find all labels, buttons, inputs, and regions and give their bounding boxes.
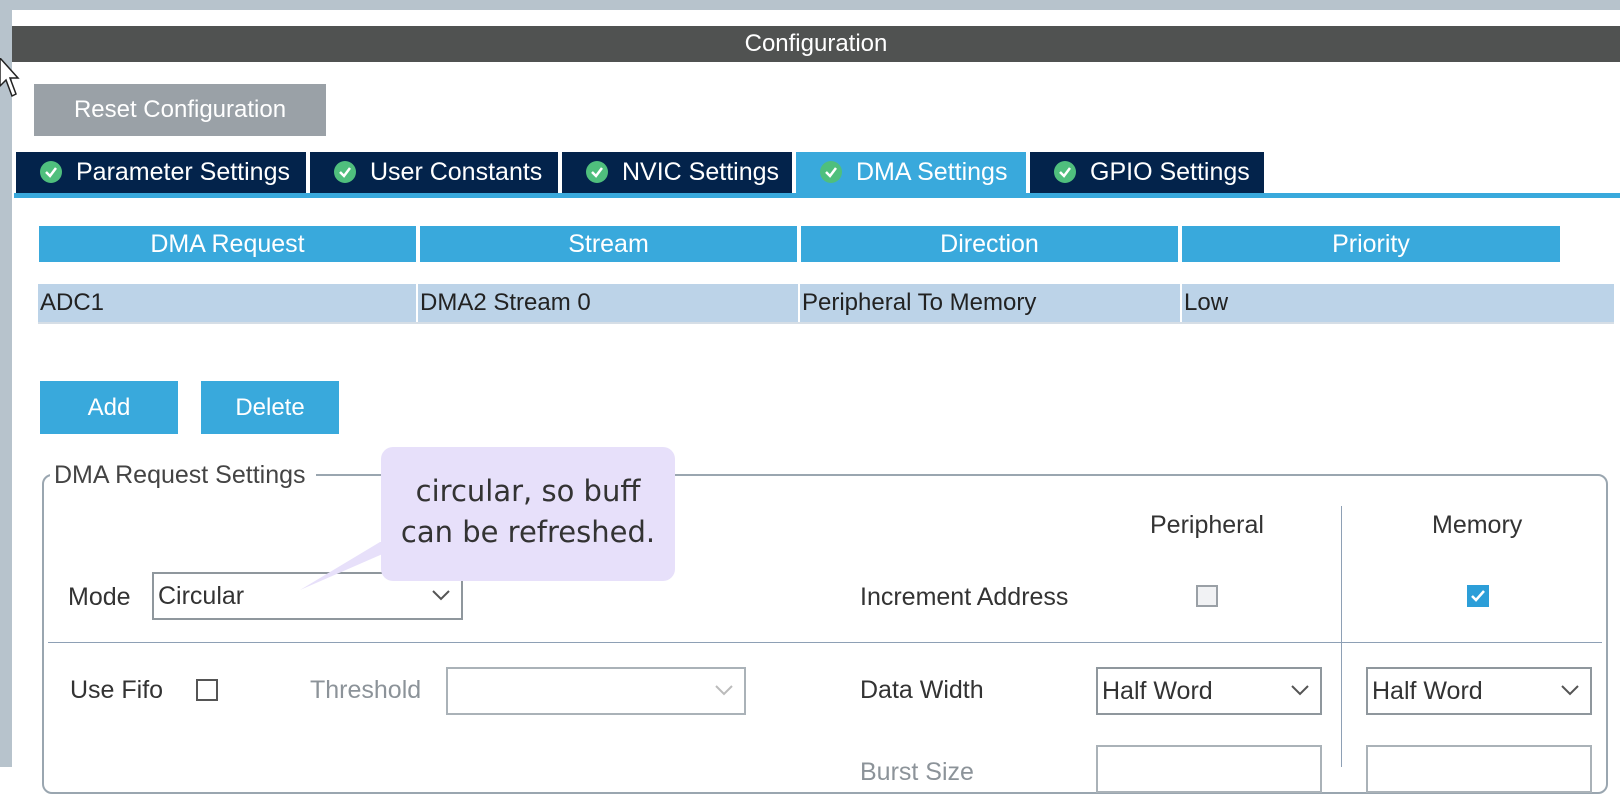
burst-size-label: Burst Size [860, 758, 974, 786]
table-cell[interactable]: Low [1182, 284, 1614, 322]
data-width-peripheral-select[interactable]: Half Word [1096, 667, 1322, 715]
mode-value: Circular [158, 582, 245, 610]
checkmark-icon [1471, 590, 1485, 602]
mouse-pointer-icon [0, 58, 20, 98]
chevron-down-icon [715, 685, 733, 696]
callout-line: circular, so buff [415, 474, 641, 508]
use-fifo-label: Use Fifo [70, 676, 164, 704]
data-width-peripheral-value: Half Word [1102, 677, 1213, 705]
data-width-memory-select[interactable]: Half Word [1366, 667, 1592, 715]
section-divider [48, 642, 1602, 643]
configuration-title-bar: Configuration [12, 26, 1620, 62]
window-left-border [0, 0, 12, 767]
threshold-select[interactable] [446, 667, 746, 715]
data-width-memory-value: Half Word [1372, 677, 1483, 705]
chevron-down-icon [1561, 685, 1579, 696]
increment-peripheral-checkbox[interactable] [1196, 585, 1218, 607]
reset-configuration-button[interactable]: Reset Configuration [34, 84, 326, 136]
increment-memory-checkbox[interactable] [1467, 585, 1489, 607]
callout-line: can be refreshed. [400, 515, 656, 549]
chevron-down-icon [1291, 685, 1309, 696]
peripheral-column-header: Peripheral [1150, 511, 1264, 539]
configuration-title: Configuration [744, 30, 888, 57]
burst-size-memory-select[interactable] [1366, 745, 1592, 793]
check-circle-icon [820, 161, 842, 183]
tab-label: DMA Settings [856, 158, 1008, 186]
threshold-label: Threshold [310, 676, 422, 704]
tab-user-constants[interactable]: User Constants [310, 152, 558, 193]
tabs-underline [14, 193, 1620, 198]
increment-address-label: Increment Address [860, 583, 1069, 611]
column-header-priority[interactable]: Priority [1182, 226, 1560, 262]
check-circle-icon [1054, 161, 1076, 183]
row-divider [38, 322, 1614, 324]
annotation-callout: circular, so buff can be refreshed. [381, 447, 675, 581]
window-top-border [0, 0, 1620, 10]
group-legend: DMA Request Settings [50, 458, 316, 492]
table-cell[interactable]: DMA2 Stream 0 [418, 284, 798, 322]
tab-gpio-settings[interactable]: GPIO Settings [1030, 152, 1264, 193]
check-circle-icon [586, 161, 608, 183]
add-button[interactable]: Add [40, 381, 178, 434]
use-fifo-checkbox[interactable] [196, 679, 218, 701]
memory-column-header: Memory [1432, 511, 1523, 539]
chevron-down-icon [432, 590, 450, 601]
burst-size-peripheral-select[interactable] [1096, 745, 1322, 793]
data-width-label: Data Width [860, 676, 984, 704]
column-header-direction[interactable]: Direction [801, 226, 1178, 262]
tab-parameter-settings[interactable]: Parameter Settings [16, 152, 306, 193]
tab-dma-settings[interactable]: DMA Settings [796, 152, 1026, 193]
mode-label: Mode [68, 583, 131, 611]
tab-label: NVIC Settings [622, 158, 780, 186]
table-cell[interactable]: ADC1 [38, 284, 416, 322]
table-cell[interactable]: Peripheral To Memory [800, 284, 1180, 322]
column-header-stream[interactable]: Stream [420, 226, 797, 262]
check-circle-icon [40, 161, 62, 183]
column-divider [1341, 506, 1342, 767]
column-header-dma-request[interactable]: DMA Request [39, 226, 416, 262]
tab-label: Parameter Settings [76, 158, 290, 186]
delete-button[interactable]: Delete [201, 381, 339, 434]
tab-label: GPIO Settings [1090, 158, 1250, 186]
tab-label: User Constants [370, 158, 543, 186]
check-circle-icon [334, 161, 356, 183]
tab-nvic-settings[interactable]: NVIC Settings [562, 152, 792, 193]
